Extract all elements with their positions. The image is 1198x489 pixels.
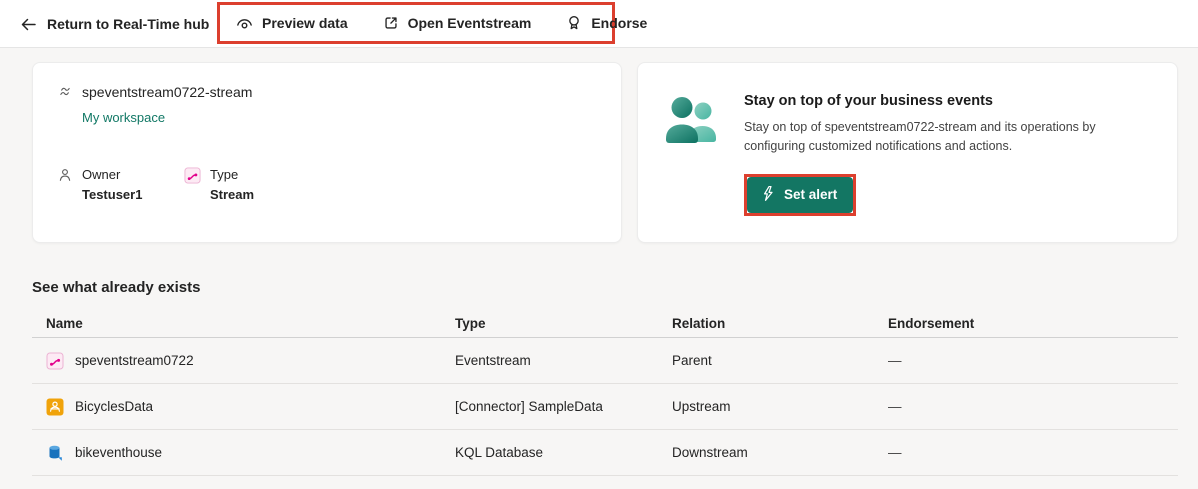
column-header-relation: Relation	[672, 316, 726, 331]
type-value: Stream	[210, 187, 255, 202]
endorse-ribbon-icon	[565, 14, 583, 32]
column-header-endorsement: Endorsement	[888, 316, 975, 331]
table-row[interactable]: BicyclesData [Connector] SampleData Upst…	[32, 384, 1178, 430]
alert-bolt-icon	[760, 185, 775, 205]
item-endorsement: —	[888, 399, 902, 414]
set-alert-card: Stay on top of your business events Stay…	[637, 62, 1178, 243]
item-name: speventstream0722	[75, 353, 194, 368]
stream-title: speventstream0722-stream	[82, 84, 253, 100]
eventstream-type-icon	[184, 167, 201, 202]
person-icon	[57, 167, 73, 202]
open-external-icon	[382, 14, 400, 32]
page-content: speventstream0722-stream My workspace Ow…	[0, 48, 1198, 489]
alert-card-description: Stay on top of speventstream0722-stream …	[744, 120, 1096, 154]
set-alert-annotation-box: Set alert	[744, 173, 857, 216]
preview-eye-icon	[235, 14, 254, 33]
item-endorsement: —	[888, 353, 902, 368]
table-row[interactable]: bikeventhouse KQL Database Downstream —	[32, 430, 1178, 476]
set-alert-button[interactable]: Set alert	[747, 176, 854, 213]
set-alert-label: Set alert	[784, 187, 838, 203]
toolbar: Return to Real-Time hub Preview data Ope…	[0, 0, 1198, 48]
related-section-heading: See what already exists	[32, 279, 201, 296]
stream-icon	[57, 84, 73, 100]
table-row[interactable]: speventstream0722 Eventstream Parent —	[32, 338, 1178, 384]
endorse-button[interactable]: Endorse	[565, 14, 647, 32]
open-eventstream-button[interactable]: Open Eventstream	[382, 14, 532, 32]
workspace-link[interactable]: My workspace	[82, 110, 165, 125]
related-items-table: Name Type Relation Endorsement speventst…	[32, 310, 1178, 476]
item-type: Eventstream	[455, 353, 531, 368]
toolbar-annotation-box: Preview data Open Eventstream Endorse	[217, 2, 647, 44]
item-type: KQL Database	[455, 445, 544, 460]
type-label: Type	[210, 167, 239, 182]
endorse-label: Endorse	[591, 15, 648, 31]
item-relation: Downstream	[672, 445, 748, 460]
back-arrow-icon	[20, 16, 37, 33]
eventstream-icon	[46, 352, 64, 370]
alert-card-title: Stay on top of your business events	[744, 93, 993, 109]
item-name: bikeventhouse	[75, 445, 163, 460]
table-header-row: Name Type Relation Endorsement	[32, 310, 1178, 338]
item-name: BicyclesData	[75, 399, 154, 414]
owner-label: Owner	[82, 167, 121, 182]
item-relation: Upstream	[672, 399, 731, 414]
open-eventstream-label: Open Eventstream	[407, 15, 532, 31]
type-block: Type Stream	[184, 167, 311, 202]
people-icon	[662, 83, 720, 222]
kql-database-icon	[46, 444, 64, 462]
preview-data-label: Preview data	[262, 15, 348, 31]
item-relation: Parent	[672, 353, 712, 368]
column-header-name: Name	[46, 316, 83, 331]
return-to-hub-label: Return to Real-Time hub	[47, 16, 210, 32]
preview-data-button[interactable]: Preview data	[235, 14, 348, 33]
connector-bicycle-icon	[46, 398, 64, 416]
owner-value: Testuser1	[82, 187, 143, 202]
item-endorsement: —	[888, 445, 902, 460]
column-header-type: Type	[455, 316, 486, 331]
stream-info-card: speventstream0722-stream My workspace Ow…	[32, 62, 622, 243]
owner-block: Owner Testuser1	[57, 167, 184, 202]
return-to-hub-button[interactable]: Return to Real-Time hub	[20, 0, 209, 48]
item-type: [Connector] SampleData	[455, 399, 603, 414]
